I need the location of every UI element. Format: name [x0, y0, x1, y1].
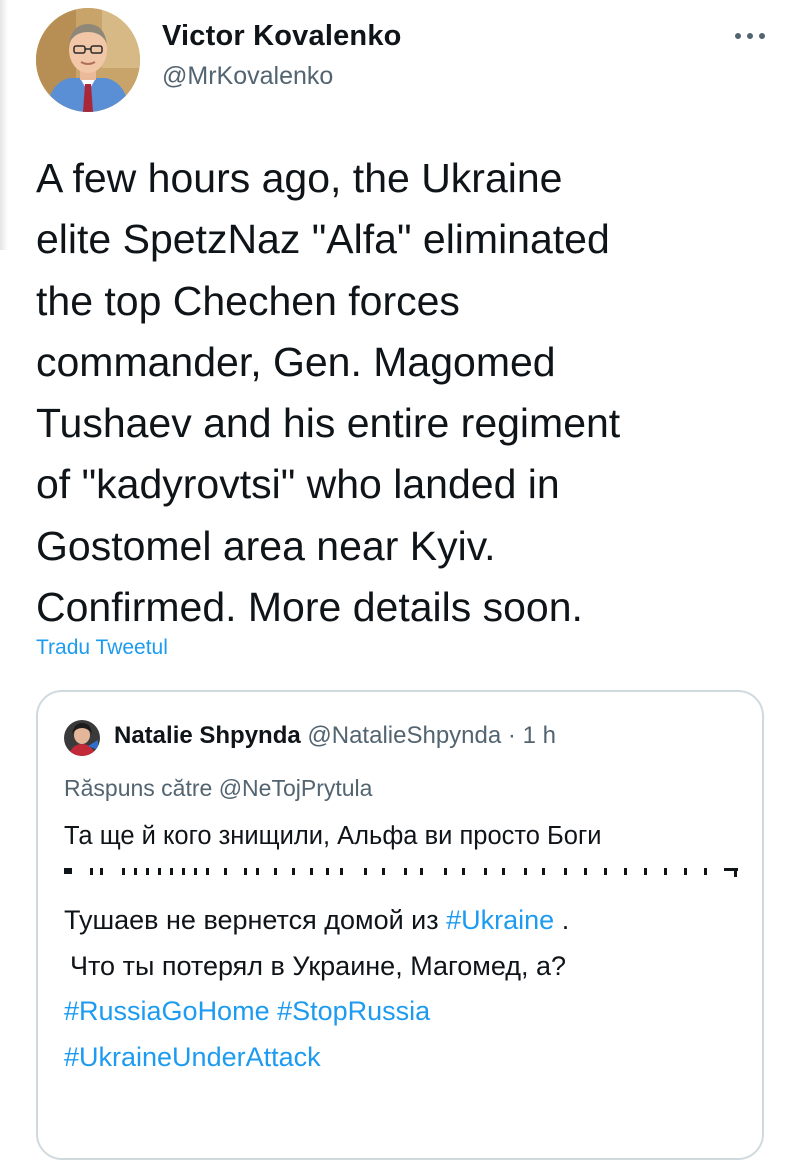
clipped-text-fragment: [64, 868, 740, 882]
tweet-text-line: A few hours ago, the Ukraine: [36, 155, 563, 201]
quoted-author-name[interactable]: Natalie Shpynda: [114, 722, 301, 749]
quoted-tweet-body: Тушаев не вернется домой из #Ukraine . Ч…: [64, 898, 569, 1080]
translate-tweet-link[interactable]: Tradu Tweetul: [36, 636, 168, 660]
ellipsis-icon: [735, 33, 765, 39]
body-line-2: Что ты потерял в Украине, Магомед, а?: [70, 950, 567, 981]
tweet-text-line: Confirmed. More details soon.: [36, 584, 583, 631]
hashtag-russiagohome-link[interactable]: #RussiaGoHome: [64, 996, 270, 1026]
hashtag-stoprussia-link[interactable]: #StopRussia: [277, 996, 430, 1026]
tweet-text-line: elite SpetzNaz "Alfa" eliminated: [36, 216, 610, 263]
tweet-text-line: of "kadyrovtsi" who landed in: [36, 461, 560, 508]
tweet-text: A few hours ago, the Ukraine elite Spetz…: [36, 148, 776, 638]
hashtag-ukraine-link[interactable]: #Ukraine: [446, 905, 554, 935]
tweet-text-line: Tushaev and his entire regiment: [36, 400, 621, 447]
page-edge-shadow: [0, 0, 8, 250]
reply-context: Răspuns către @NeTojPrytula: [64, 775, 372, 802]
quoted-author-avatar[interactable]: [64, 720, 100, 756]
body-line-3: #RussiaGoHome #StopRussia: [64, 989, 569, 1035]
tweet-text-line: Gostomel area near Kyiv.: [36, 522, 496, 569]
tweet-text-line: the top Chechen forces: [36, 277, 460, 324]
hashtag-ukraineunderattack-link[interactable]: #UkraineUnderAttack: [64, 1042, 321, 1072]
body-text: .: [561, 905, 570, 935]
body-line-4: #UkraineUnderAttack: [64, 1035, 569, 1081]
tweet-text-line: commander, Gen. Magomed: [36, 338, 556, 385]
reply-prefix: Răspuns către: [64, 775, 213, 801]
quoted-author-handle[interactable]: @NatalieShpynda: [307, 722, 501, 749]
quoted-tweet-text: Та ще й кого знищили, Альфа ви просто Бо…: [64, 822, 602, 850]
more-options-button[interactable]: [722, 22, 778, 50]
profile-photo-icon: [64, 720, 100, 756]
quoted-tweet-time[interactable]: 1 h: [523, 722, 556, 749]
author-handle[interactable]: @MrKovalenko: [162, 62, 333, 91]
body-text: Тушаев не вернется домой из: [64, 905, 439, 935]
author-name[interactable]: Victor Kovalenko: [162, 20, 402, 53]
profile-photo-icon: [36, 8, 140, 112]
body-line-1: Тушаев не вернется домой из #Ukraine .: [64, 898, 569, 944]
quoted-tweet-header: Natalie Shpynda @NatalieShpynda · 1 h: [114, 722, 556, 750]
quoted-tweet-card[interactable]: Natalie Shpynda @NatalieShpynda · 1 h Ră…: [36, 690, 764, 1160]
reply-mention-link[interactable]: @NeTojPrytula: [219, 775, 373, 801]
meta-separator: ·: [507, 722, 516, 749]
author-avatar[interactable]: [36, 8, 140, 112]
